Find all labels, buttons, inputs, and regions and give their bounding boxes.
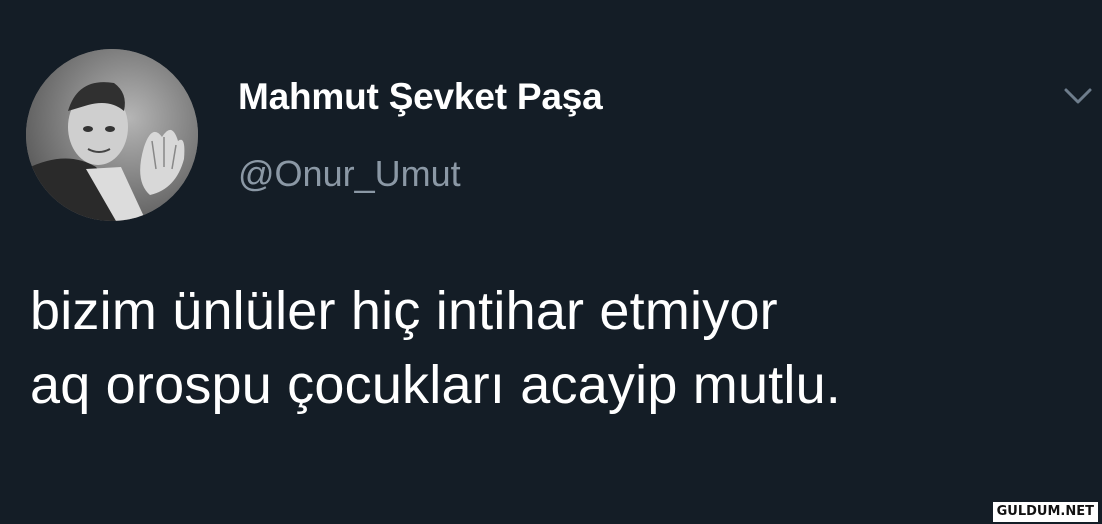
display-name[interactable]: Mahmut Şevket Paşa bbox=[238, 76, 603, 118]
tweet-text-line: aq orospu çocukları acayip mutlu. bbox=[30, 355, 842, 415]
avatar[interactable] bbox=[26, 49, 198, 221]
tweet-text-line: bizim ünlüler hiç intihar etmiyor bbox=[30, 281, 778, 341]
chevron-down-icon[interactable] bbox=[1060, 82, 1096, 110]
watermark: GULDUM.NET bbox=[992, 502, 1098, 522]
tweet-card: Mahmut Şevket Paşa @Onur_Umut bizim ünlü… bbox=[0, 0, 1102, 524]
avatar-image bbox=[26, 49, 198, 221]
tweet-text: bizim ünlüler hiç intihar etmiyor aq oro… bbox=[30, 274, 1090, 422]
user-handle[interactable]: @Onur_Umut bbox=[238, 153, 461, 195]
